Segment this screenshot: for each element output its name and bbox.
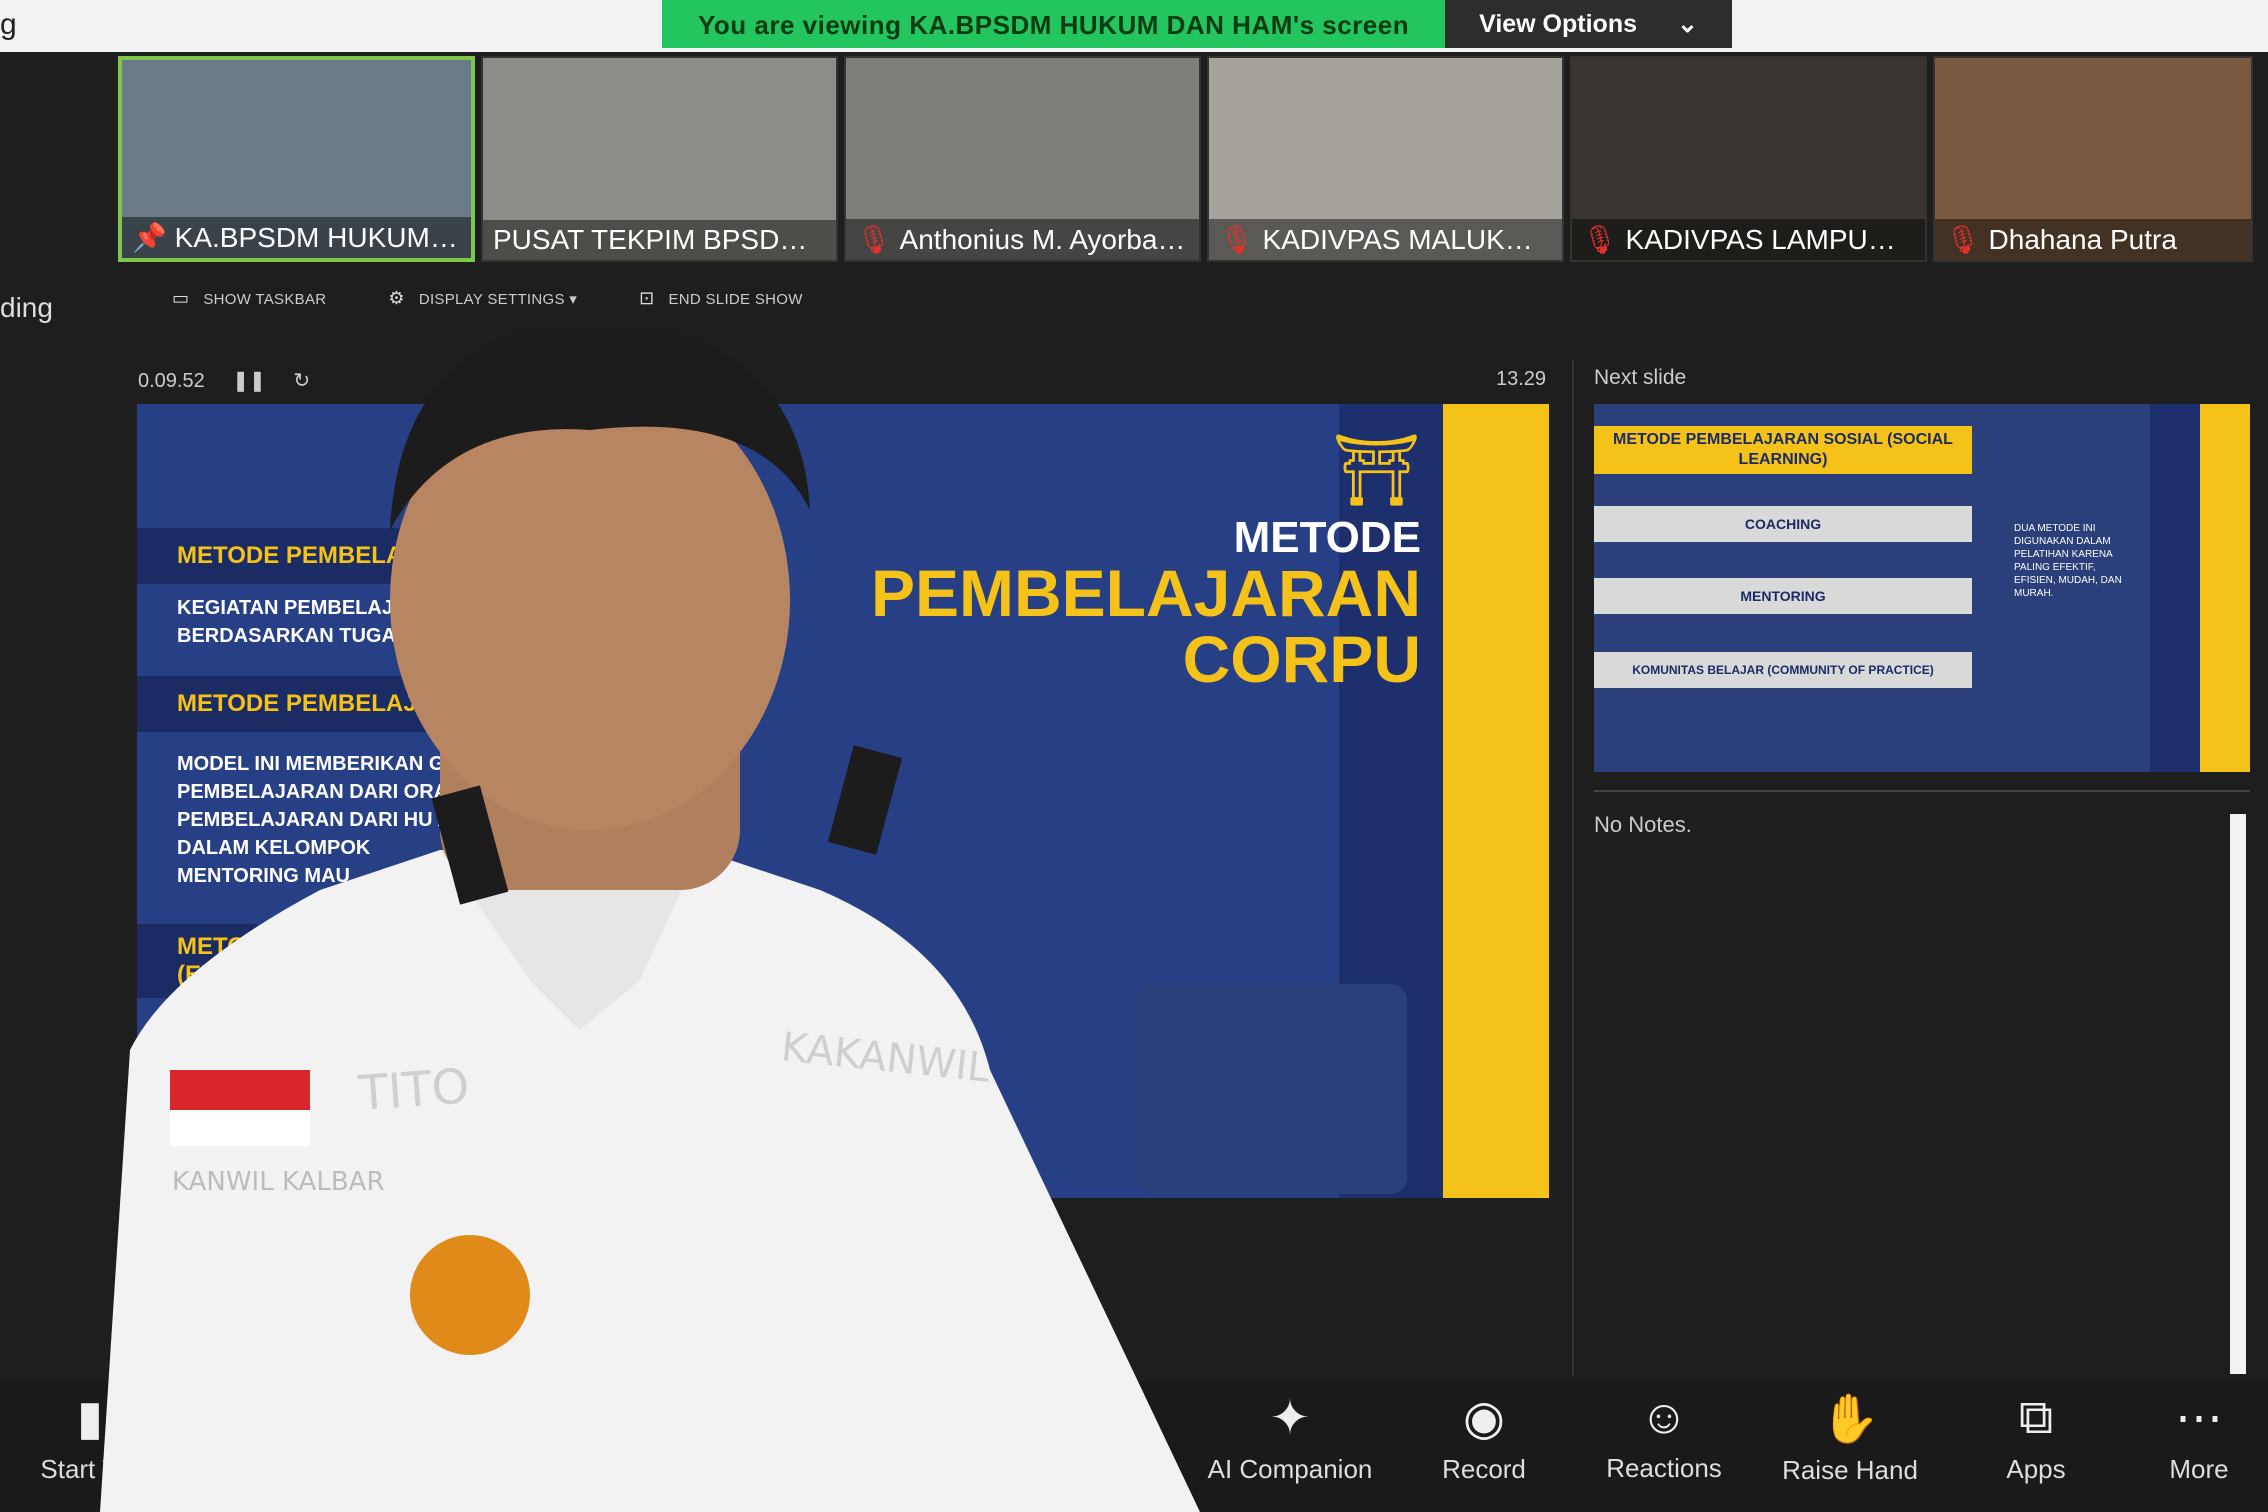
apps-icon: ⧉ (2018, 1391, 2054, 1444)
viewing-banner: You are viewing KA.BPSDM HUKUM DAN HAM's… (662, 0, 1732, 48)
next-slide-label: Next slide (1594, 366, 1687, 389)
taskbar-icon: ▭ (172, 288, 190, 308)
participant-tile[interactable]: 🎙 KADIVPAS LAMPUNG ... (1570, 56, 1927, 262)
record-icon: ◉ (1463, 1392, 1505, 1445)
ai-companion-button[interactable]: ✦ AI Companion (1200, 1390, 1380, 1485)
participant-name: 🎙 Anthonius M. Ayorbab... (846, 219, 1199, 260)
next-slide-row: KOMUNITAS BELAJAR (COMMUNITY OF PRACTICE… (1594, 652, 1972, 688)
display-settings-icon: ⚙ (388, 288, 405, 308)
speaker-notes: No Notes. (1594, 812, 1692, 837)
show-taskbar-button[interactable]: ▭ SHOW TASKBAR (172, 288, 326, 309)
smiley-icon: ☺ (1639, 1391, 1689, 1444)
next-slide-row: MENTORING (1594, 578, 1972, 614)
presenter-toolbar: ▭ SHOW TASKBAR ⚙ DISPLAY SETTINGS ▾ ⊡ END S… (172, 288, 803, 309)
uniform-nameplate: TITO (356, 1058, 471, 1122)
next-slide-preview[interactable]: METODE PEMBELAJARAN SOSIAL (SOCIAL LEARN… (1594, 404, 2250, 772)
viewing-message: You are viewing KA.BPSDM HUKUM DAN HAM's… (662, 0, 1446, 48)
next-slide-row: COACHING (1594, 506, 1972, 542)
mic-muted-icon: 🎙 (1945, 224, 1981, 255)
participant-tile[interactable]: PUSAT TEKPIM BPSDM H... (481, 56, 838, 262)
participant-name: PUSAT TEKPIM BPSDM H... (483, 220, 836, 260)
participant-name: 📌 KA.BPSDM HUKUM DA... (122, 217, 471, 258)
notes-divider (1594, 790, 2250, 792)
clock-time: 13.29 (1496, 368, 1547, 390)
display-settings-button[interactable]: ⚙ DISPLAY SETTINGS ▾ (388, 288, 577, 309)
uniform-patch: KANWIL KALBAR (172, 1167, 385, 1197)
pin-icon: 📌 (132, 222, 175, 253)
chevron-down-icon: ⌄ (1677, 10, 1698, 38)
view-options-label: View Options (1479, 9, 1637, 38)
participant-tile[interactable]: 📌 KA.BPSDM HUKUM DA... (118, 56, 475, 262)
more-button[interactable]: ⋯ More (2130, 1390, 2268, 1485)
ministry-logo-icon: ⛩ (1332, 431, 1421, 509)
more-dots-icon: ⋯ (2175, 1392, 2223, 1445)
overlaid-person-photo: TITO KAKANWIL KANWIL KALBAR (100, 330, 1200, 1512)
participant-gallery: 📌 KA.BPSDM HUKUM DA... PUSAT TEKPIM BPSD… (118, 56, 2253, 262)
view-options-button[interactable]: View Options ⌄ (1445, 0, 1732, 48)
next-slide-side-text: DUA METODE INI DIGUNAKAN DALAM PELATIHAN… (2014, 523, 2122, 599)
record-button[interactable]: ◉ Record (1394, 1390, 1574, 1485)
slide-yellow-bar (1443, 404, 1549, 1198)
apps-button[interactable]: ⧉ Apps (1946, 1390, 2126, 1485)
left-sidebar-fragment: ding (0, 292, 53, 323)
mic-muted-icon: 🎙 (856, 224, 892, 255)
participant-tile[interactable]: 🎙 KADIVPAS MALUKU_M... (1207, 56, 1564, 262)
notes-scrollbar[interactable] (2230, 814, 2246, 1374)
left-title-fragment: g (0, 8, 17, 41)
mic-muted-icon: 🎙 (1582, 224, 1618, 255)
participant-name: 🎙 Dhahana Putra (1935, 219, 2251, 260)
participant-tile[interactable]: 🎙 Dhahana Putra (1933, 56, 2253, 262)
mic-muted-icon: 🎙 (1219, 224, 1255, 255)
reactions-button[interactable]: ☺ Reactions (1574, 1390, 1754, 1484)
hand-icon: ✋ (1820, 1393, 1880, 1446)
participant-name: 🎙 KADIVPAS MALUKU_M... (1209, 219, 1562, 260)
panel-divider[interactable] (1572, 360, 1574, 1376)
participant-tile[interactable]: 🎙 Anthonius M. Ayorbab... (844, 56, 1201, 262)
raise-hand-button[interactable]: ✋ Raise Hand (1760, 1390, 1940, 1486)
end-slide-show-button[interactable]: ⊡ END SLIDE SHOW (639, 288, 803, 309)
participant-name: 🎙 KADIVPAS LAMPUNG ... (1572, 219, 1925, 260)
next-slide-header: METODE PEMBELAJARAN SOSIAL (SOCIAL LEARN… (1594, 426, 1972, 474)
sparkle-icon: ✦ (1269, 1392, 1311, 1445)
end-show-icon: ⊡ (639, 288, 655, 308)
